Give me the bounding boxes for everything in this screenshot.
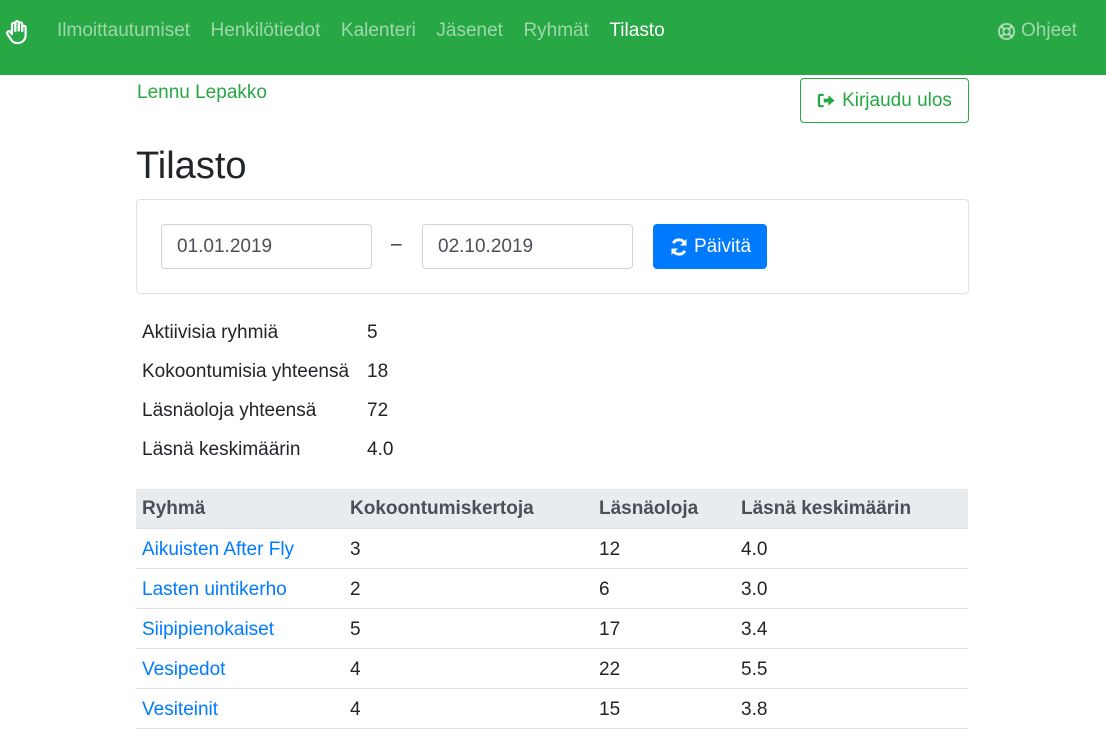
stat-label: Läsnäoloja yhteensä	[142, 400, 317, 421]
stat-value: 72	[367, 400, 389, 421]
attendances-cell: 22	[599, 659, 621, 680]
table-row: Siipipienokaiset 5 17 3.4	[136, 609, 968, 649]
stat-value: 18	[367, 361, 389, 382]
nav-item-jasenet[interactable]: Jäsenet	[436, 19, 503, 43]
nav-item-tilasto[interactable]: Tilasto	[609, 19, 664, 43]
average-cell: 3.4	[741, 619, 768, 640]
column-header-group[interactable]: Ryhmä	[142, 498, 205, 520]
table-row: Vesipedot 4 22 5.5	[136, 649, 968, 689]
date-to-input[interactable]	[422, 224, 633, 269]
table-row: Vesiteinit 4 15 3.8	[136, 689, 968, 729]
date-range-separator: –	[391, 234, 402, 255]
table-row: Aikuisten After Fly 3 12 4.0	[136, 529, 968, 569]
refresh-label: Päivitä	[693, 235, 752, 257]
average-cell: 4.0	[741, 539, 768, 560]
hand-icon[interactable]	[4, 19, 30, 45]
logout-label: Kirjaudu ulos	[842, 89, 952, 111]
logout-button[interactable]: Kirjaudu ulos	[800, 78, 969, 123]
group-link[interactable]: Vesipedot	[142, 659, 225, 681]
stat-value: 4.0	[367, 439, 394, 460]
group-link[interactable]: Aikuisten After Fly	[142, 539, 294, 561]
column-header-average[interactable]: Läsnä keskimäärin	[741, 498, 911, 520]
column-header-attendances[interactable]: Läsnäoloja	[599, 498, 698, 520]
main-nav: Ilmoittautumiset Henkilötiedot Kalenteri…	[57, 19, 685, 43]
average-cell: 3.8	[741, 699, 768, 720]
nav-item-ilmoittautumiset[interactable]: Ilmoittautumiset	[57, 19, 190, 43]
average-cell: 3.0	[741, 579, 768, 600]
attendances-cell: 12	[599, 539, 621, 560]
sign-out-icon	[817, 93, 835, 108]
column-header-meetings[interactable]: Kokoontumiskertoja	[350, 498, 534, 520]
help-label: Ohjeet	[1021, 20, 1077, 41]
average-cell: 5.5	[741, 659, 768, 680]
attendances-cell: 17	[599, 619, 621, 640]
date-filter-card: – Päivitä	[136, 199, 969, 294]
date-from-input[interactable]	[161, 224, 372, 269]
help-link[interactable]: Ohjeet	[997, 19, 1077, 43]
nav-item-kalenteri[interactable]: Kalenteri	[341, 19, 416, 43]
lifebuoy-icon	[997, 22, 1016, 40]
meetings-cell: 3	[350, 539, 361, 560]
refresh-button[interactable]: Päivitä	[653, 224, 767, 269]
group-link[interactable]: Siipipienokaiset	[142, 619, 274, 641]
page-title: Tilasto	[136, 145, 247, 187]
top-navbar: Ilmoittautumiset Henkilötiedot Kalenteri…	[0, 0, 1106, 75]
meetings-cell: 2	[350, 579, 361, 600]
stat-label: Läsnä keskimäärin	[142, 439, 301, 460]
nav-item-ryhmat[interactable]: Ryhmät	[523, 19, 588, 43]
meetings-cell: 4	[350, 659, 361, 680]
stat-value: 5	[367, 322, 378, 343]
attendances-cell: 6	[599, 579, 610, 600]
groups-table: Ryhmä Kokoontumiskertoja Läsnäoloja Läsn…	[136, 489, 968, 729]
user-name-link[interactable]: Lennu Lepakko	[137, 81, 267, 105]
table-row: Lasten uintikerho 2 6 3.0	[136, 569, 968, 609]
group-link[interactable]: Lasten uintikerho	[142, 579, 287, 601]
meetings-cell: 5	[350, 619, 361, 640]
attendances-cell: 15	[599, 699, 621, 720]
stat-label: Kokoontumisia yhteensä	[142, 361, 350, 382]
meetings-cell: 4	[350, 699, 361, 720]
refresh-icon	[671, 237, 687, 256]
nav-item-henkilotiedot[interactable]: Henkilötiedot	[211, 19, 321, 43]
stat-label: Aktiivisia ryhmiä	[142, 322, 279, 343]
group-link[interactable]: Vesiteinit	[142, 699, 218, 721]
table-header: Ryhmä Kokoontumiskertoja Läsnäoloja Läsn…	[136, 489, 968, 529]
